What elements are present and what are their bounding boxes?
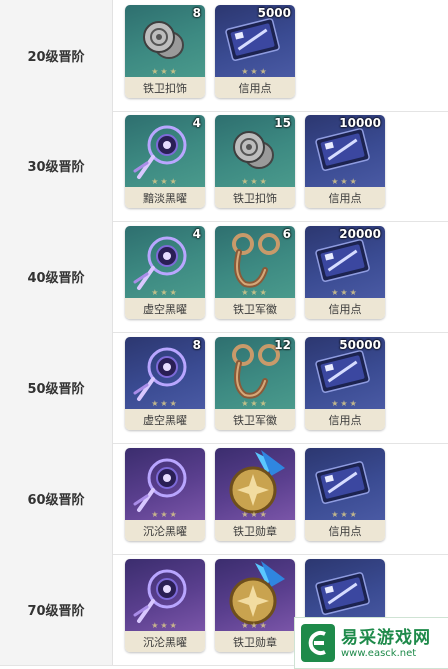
material-card[interactable]: ★★★ 10000 信用点 bbox=[305, 115, 385, 208]
rarity-stars: ★★★ bbox=[241, 177, 269, 186]
rarity-stars: ★★★ bbox=[151, 399, 179, 408]
rarity-stars: ★★★ bbox=[241, 288, 269, 297]
rarity-stars: ★★★ bbox=[331, 177, 359, 186]
material-card[interactable]: ★★★ 铁卫勋章 bbox=[215, 448, 295, 541]
material-quantity: 8 bbox=[192, 338, 201, 352]
rarity-stars: ★★★ bbox=[241, 621, 269, 630]
material-name: 信用点 bbox=[215, 77, 295, 98]
material-name: 信用点 bbox=[305, 520, 385, 541]
material-card[interactable]: ★★★ 沉沦黑曜 bbox=[125, 448, 205, 541]
ascension-row: 30级晋阶 ★★★ 4 黯淡黑曜 ★★★ 15 铁卫扣饰 ★★★ 10000 信用点 bbox=[0, 110, 448, 222]
material-quantity: 20000 bbox=[339, 227, 381, 241]
rarity-stars: ★★★ bbox=[151, 510, 179, 519]
watermark-url: www.easck.net bbox=[341, 648, 417, 659]
material-card[interactable]: ★★★ 12 铁卫军徽 bbox=[215, 337, 295, 430]
material-name: 铁卫勋章 bbox=[215, 631, 295, 652]
material-card[interactable]: ★★★ 6 铁卫军徽 bbox=[215, 226, 295, 319]
material-name: 铁卫勋章 bbox=[215, 520, 295, 541]
material-name: 铁卫扣饰 bbox=[215, 187, 295, 208]
ascension-row: 40级晋阶 ★★★ 4 虚空黑曜 ★★★ 6 铁卫军徽 ★★★ 20000 信用点 bbox=[0, 221, 448, 333]
material-card[interactable]: ★★★ 4 虚空黑曜 bbox=[125, 226, 205, 319]
material-quantity: 5000 bbox=[257, 6, 291, 20]
ascension-level-label: 20级晋阶 bbox=[0, 0, 113, 111]
material-card[interactable]: ★★★ 铁卫勋章 bbox=[215, 559, 295, 652]
ascension-row: 50级晋阶 ★★★ 8 虚空黑曜 ★★★ 12 铁卫军徽 ★★★ 50000 信用点 bbox=[0, 332, 448, 444]
ascension-row: 20级晋阶 ★★★ 8 铁卫扣饰 ★★★ 5000 信用点 bbox=[0, 0, 448, 112]
material-quantity: 4 bbox=[192, 116, 201, 130]
material-card[interactable]: ★★★ 50000 信用点 bbox=[305, 337, 385, 430]
material-name: 铁卫扣饰 bbox=[125, 77, 205, 98]
rarity-stars: ★★★ bbox=[241, 399, 269, 408]
material-card[interactable]: ★★★ 4 黯淡黑曜 bbox=[125, 115, 205, 208]
material-quantity: 6 bbox=[282, 227, 291, 241]
rarity-stars: ★★★ bbox=[151, 67, 179, 76]
watermark: 易采游戏网 www.easck.net bbox=[294, 617, 448, 669]
material-name: 信用点 bbox=[305, 298, 385, 319]
material-card[interactable]: ★★★ 信用点 bbox=[305, 448, 385, 541]
rarity-stars: ★★★ bbox=[331, 288, 359, 297]
material-name: 信用点 bbox=[305, 409, 385, 430]
material-card[interactable]: ★★★ 8 铁卫扣饰 bbox=[125, 5, 205, 98]
site-logo-icon bbox=[301, 624, 335, 662]
ascension-row: 60级晋阶 ★★★ 沉沦黑曜 ★★★ 铁卫勋章 ★★★ 信用点 bbox=[0, 443, 448, 555]
ascension-level-label: 30级晋阶 bbox=[0, 110, 113, 221]
watermark-title: 易采游戏网 bbox=[341, 628, 431, 648]
material-quantity: 10000 bbox=[339, 116, 381, 130]
material-quantity: 15 bbox=[274, 116, 291, 130]
rarity-stars: ★★★ bbox=[151, 288, 179, 297]
material-card[interactable]: ★★★ 8 虚空黑曜 bbox=[125, 337, 205, 430]
material-card[interactable]: ★★★ 15 铁卫扣饰 bbox=[215, 115, 295, 208]
rarity-stars: ★★★ bbox=[151, 177, 179, 186]
ascension-level-label: 60级晋阶 bbox=[0, 443, 113, 554]
rarity-stars: ★★★ bbox=[241, 510, 269, 519]
material-name: 虚空黑曜 bbox=[125, 298, 205, 319]
material-quantity: 4 bbox=[192, 227, 201, 241]
material-quantity: 50000 bbox=[339, 338, 381, 352]
rarity-stars: ★★★ bbox=[151, 621, 179, 630]
rarity-stars: ★★★ bbox=[331, 510, 359, 519]
rarity-stars: ★★★ bbox=[331, 399, 359, 408]
rarity-stars: ★★★ bbox=[241, 67, 269, 76]
material-card[interactable]: ★★★ 5000 信用点 bbox=[215, 5, 295, 98]
material-name: 铁卫军徽 bbox=[215, 298, 295, 319]
material-name: 信用点 bbox=[305, 187, 385, 208]
material-name: 黯淡黑曜 bbox=[125, 187, 205, 208]
material-name: 铁卫军徽 bbox=[215, 409, 295, 430]
ascension-level-label: 70级晋阶 bbox=[0, 554, 113, 665]
material-card[interactable]: ★★★ 20000 信用点 bbox=[305, 226, 385, 319]
material-name: 沉沦黑曜 bbox=[125, 520, 205, 541]
material-quantity: 12 bbox=[274, 338, 291, 352]
ascension-level-label: 40级晋阶 bbox=[0, 221, 113, 332]
material-name: 沉沦黑曜 bbox=[125, 631, 205, 652]
ascension-level-label: 50级晋阶 bbox=[0, 332, 113, 443]
material-quantity: 8 bbox=[192, 6, 201, 20]
material-card[interactable]: ★★★ 沉沦黑曜 bbox=[125, 559, 205, 652]
material-name: 虚空黑曜 bbox=[125, 409, 205, 430]
